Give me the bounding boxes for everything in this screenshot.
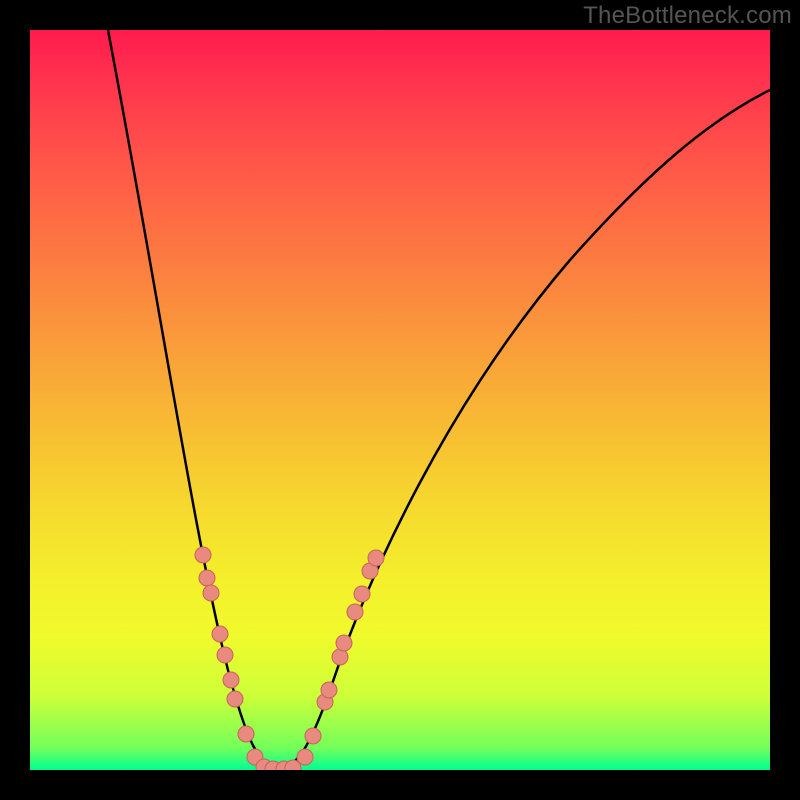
data-marker — [227, 691, 243, 707]
data-marker — [195, 547, 211, 563]
watermark-text: TheBottleneck.com — [583, 2, 792, 30]
data-marker — [238, 726, 254, 742]
data-marker — [347, 604, 363, 620]
data-marker — [203, 585, 219, 601]
marker-group — [195, 547, 384, 770]
chart-frame: TheBottleneck.com — [0, 0, 800, 800]
data-marker — [354, 586, 370, 602]
data-marker — [217, 647, 233, 663]
data-marker — [223, 672, 239, 688]
plot-area — [30, 30, 770, 770]
data-marker — [368, 550, 384, 566]
data-marker — [199, 570, 215, 586]
data-marker — [305, 728, 321, 744]
chart-svg — [30, 30, 770, 770]
bottleneck-curve — [108, 30, 770, 768]
data-marker — [321, 682, 337, 698]
data-marker — [212, 626, 228, 642]
data-marker — [297, 749, 313, 765]
data-marker — [336, 635, 352, 651]
data-marker — [332, 649, 348, 665]
